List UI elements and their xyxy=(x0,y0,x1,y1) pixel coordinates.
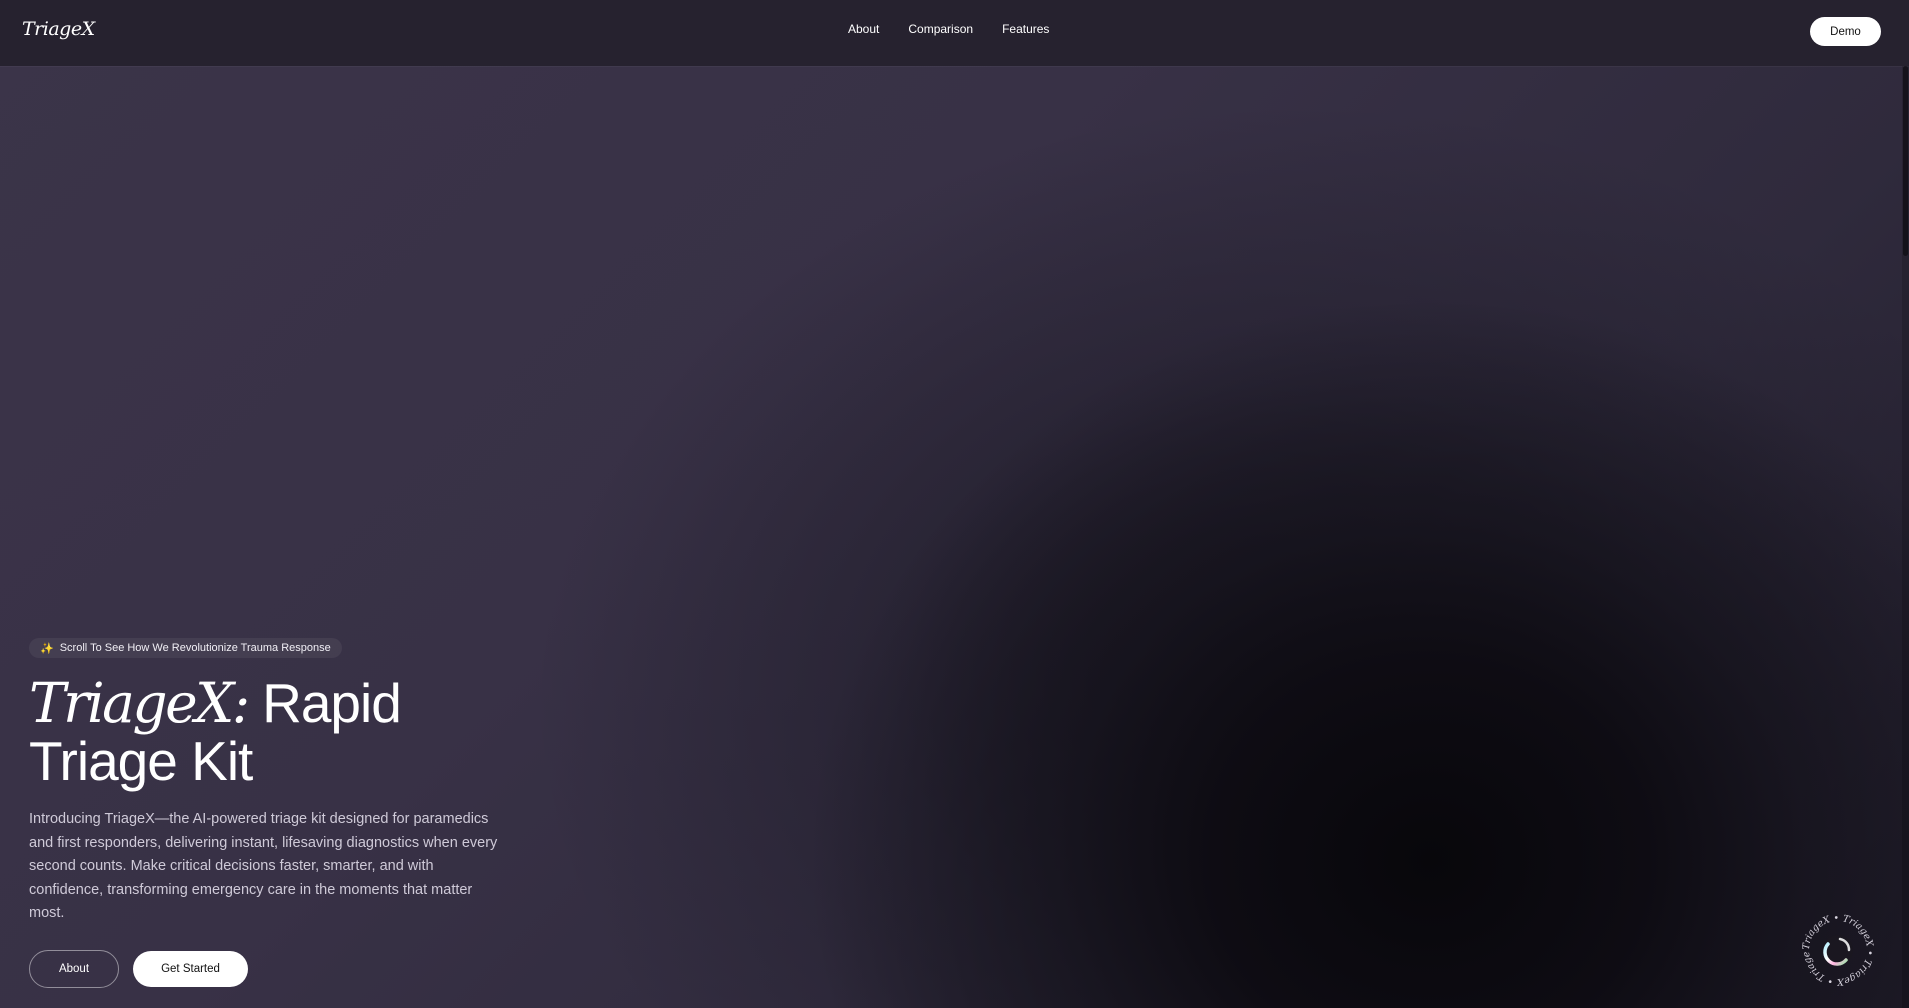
hero-section: ✨ Scroll To See How We Revolutionize Tra… xyxy=(29,638,529,988)
hero-actions: About Get Started xyxy=(29,949,529,988)
nav-about[interactable]: About xyxy=(848,22,879,36)
main-nav: About Comparison Features xyxy=(848,22,1049,36)
page: TriageX About Comparison Features Demo ✨… xyxy=(0,0,1909,1008)
sparkles-icon: ✨ xyxy=(40,642,54,655)
hero-title-brand: TriageX: xyxy=(29,671,250,735)
demo-button[interactable]: Demo xyxy=(1810,17,1881,46)
get-started-button[interactable]: Get Started xyxy=(133,950,248,987)
scrollbar-thumb[interactable] xyxy=(1903,66,1908,256)
hero-title: TriageX: Rapid Triage Kit xyxy=(29,674,529,790)
badge-graphic: TriageX • TriageX • TriageX • TriageX • xyxy=(1796,904,1875,987)
logo[interactable]: TriageX xyxy=(22,18,95,40)
about-button[interactable]: About xyxy=(29,949,119,988)
hero-title-line2: Triage Kit xyxy=(29,730,253,792)
scroll-hint-pill: ✨ Scroll To See How We Revolutionize Tra… xyxy=(29,638,342,658)
scroll-hint-text: Scroll To See How We Revolutionize Traum… xyxy=(59,642,331,654)
scrollbar[interactable] xyxy=(1902,66,1909,1008)
nav-features[interactable]: Features xyxy=(1002,22,1049,36)
top-header: TriageX About Comparison Features Demo xyxy=(0,0,1909,66)
hero-title-line1: Rapid xyxy=(262,672,402,734)
hero-description: Introducing TriageX—the AI-powered triag… xyxy=(29,811,498,921)
nav-comparison[interactable]: Comparison xyxy=(908,22,973,36)
rotating-badge[interactable]: TriageX • TriageX • TriageX • TriageX • xyxy=(1796,904,1876,988)
